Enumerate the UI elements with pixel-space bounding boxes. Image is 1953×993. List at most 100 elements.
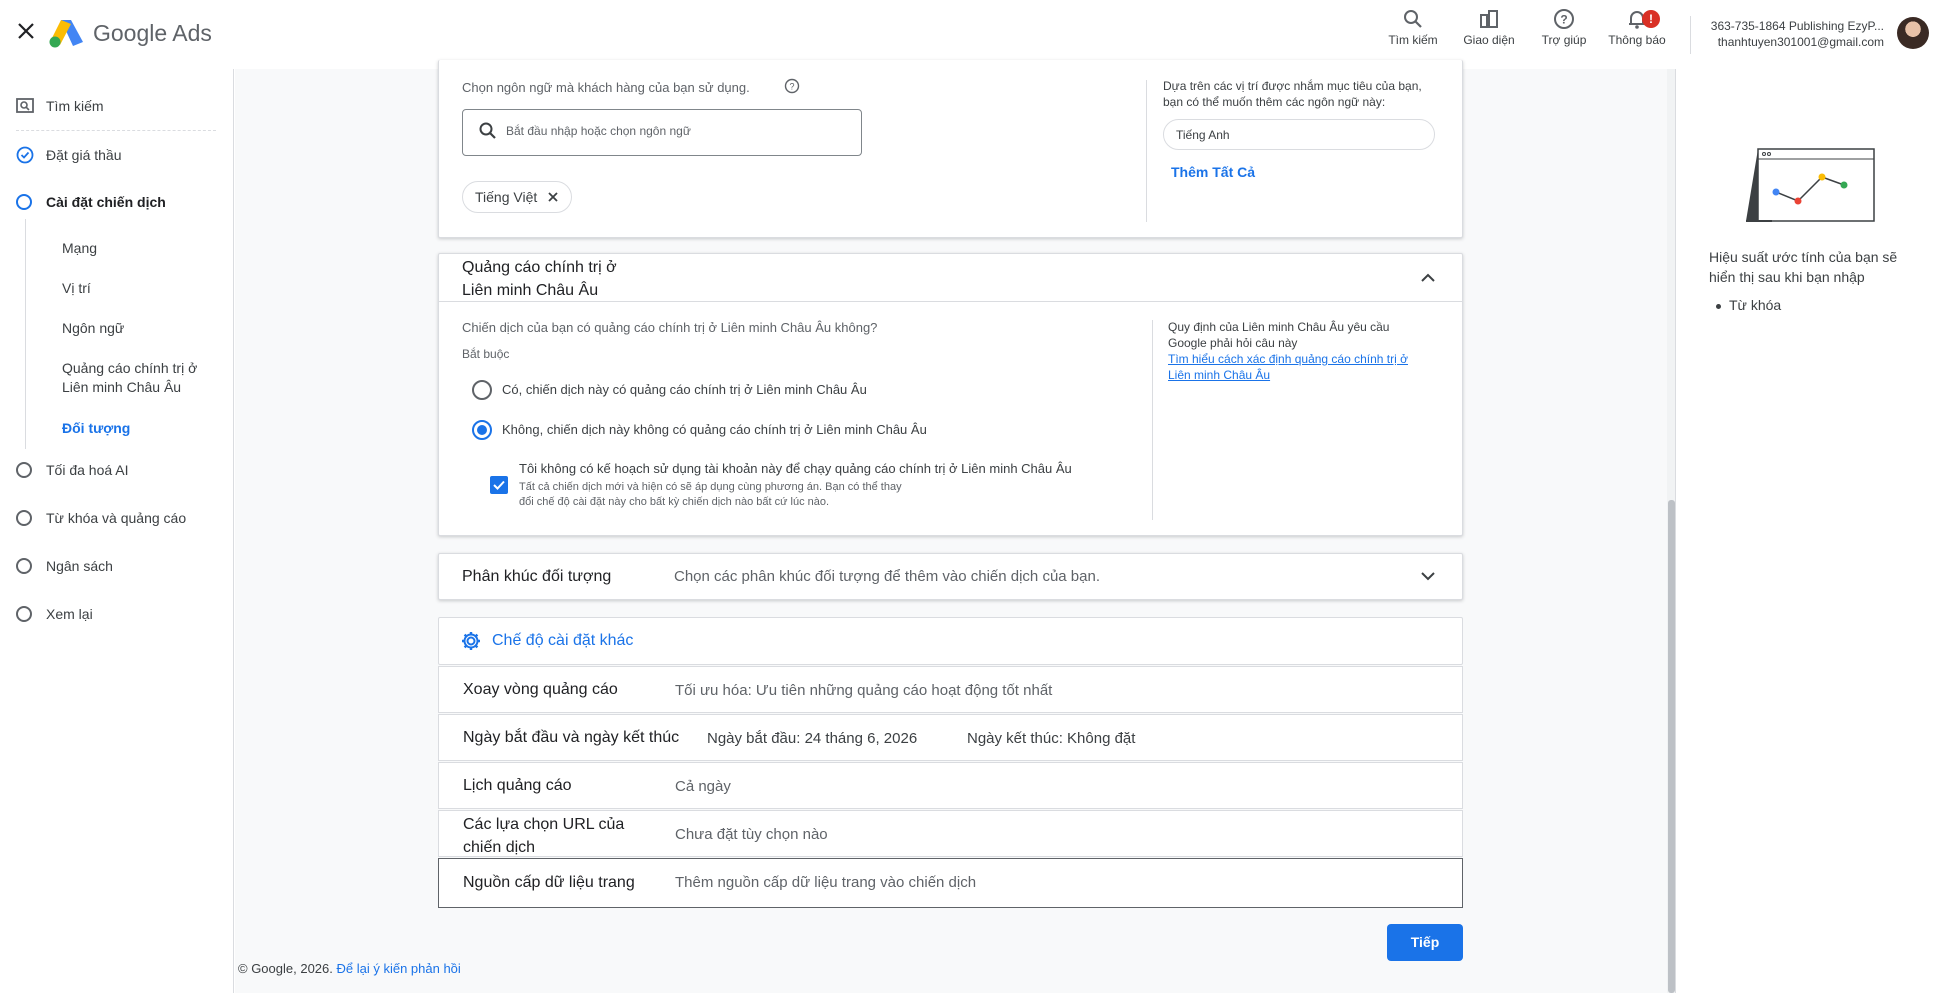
estimate-panel: Hiệu suất ước tính của bạn sẽ hiển thị s… (1675, 69, 1953, 993)
performance-chart-illustration (1746, 148, 1875, 222)
sidebar-item-review[interactable]: Xem lại (16, 606, 93, 622)
top-bar: Google Ads Tìm kiếm Giao diện ? Trợ giúp… (0, 0, 1953, 69)
eu-checkbox-help-line1: Tất cả chiến dịch mới và hiện có sẽ áp d… (519, 481, 902, 493)
eu-side-line1: Quy định của Liên minh Châu Âu yêu cầu (1168, 320, 1390, 334)
tool-notifications[interactable]: ! Thông báo (1602, 8, 1672, 47)
sidebar-sub-location[interactable]: Vị trí (62, 279, 91, 298)
row-schedule-key: Lịch quảng cáo (463, 777, 572, 794)
google-ads-logo (49, 20, 83, 48)
sidebar-item-review-label: Xem lại (46, 606, 93, 622)
close-icon[interactable] (15, 20, 37, 42)
tool-search-label: Tìm kiếm (1388, 33, 1438, 47)
suggested-language-pill[interactable]: Tiếng Anh (1163, 119, 1435, 150)
audience-desc: Chọn các phân khúc đối tượng để thêm vào… (674, 568, 1100, 585)
language-prompt: Chọn ngôn ngữ mà khách hàng của bạn sử d… (462, 80, 750, 95)
account-name: 363-735-1864 Publishing EzyP... (1710, 19, 1884, 33)
eu-radio-no-label: Không, chiến dịch này không có quảng cáo… (502, 422, 927, 437)
svg-text:?: ? (1560, 13, 1567, 27)
svg-text:?: ? (789, 82, 794, 92)
row-dates-end: Ngày kết thúc: Không đặt (967, 730, 1136, 747)
eu-checkbox-help-line2: đổi chế độ cài đặt này cho bất kỳ chiến … (519, 496, 830, 508)
tool-help-label: Trợ giúp (1541, 33, 1587, 47)
language-search-placeholder: Bắt đầu nhập hoặc chọn ngôn ngữ (506, 124, 691, 138)
sidebar-item-campaign-settings-label: Cài đặt chiến dịch (46, 194, 166, 210)
row-schedule-value: Cả ngày (675, 778, 731, 795)
add-all-link[interactable]: Thêm Tất Cả (1171, 164, 1255, 180)
language-chip: Tiếng Việt (462, 181, 573, 213)
chevron-up-icon[interactable] (1418, 268, 1438, 288)
estimate-bullet-label: Từ khóa (1729, 297, 1782, 313)
help-icon[interactable]: ? (784, 78, 800, 94)
scrollbar-thumb[interactable] (1668, 500, 1675, 993)
notification-badge: ! (1642, 10, 1660, 28)
tool-notifications-label: Thông báo (1608, 33, 1666, 47)
header-divider (1690, 16, 1691, 54)
sidebar-item-campaign-settings[interactable]: Cài đặt chiến dịch (16, 194, 166, 210)
eu-radio-no[interactable] (472, 420, 492, 440)
eu-political-title: Quảng cáo chính trị ở Liên minh Châu Âu (462, 256, 617, 302)
eu-divider (1152, 320, 1153, 520)
row-dates[interactable]: Ngày bắt đầu và ngày kết thúc Ngày bắt đ… (438, 714, 1463, 761)
sidebar-sub-eu-political[interactable]: Quảng cáo chính trị ở Liên minh Châu Âu (62, 359, 212, 397)
eu-header-divider (439, 301, 1462, 302)
sidebar-item-bid-label: Đặt giá thầu (46, 147, 122, 163)
chevron-down-icon[interactable] (1418, 566, 1438, 586)
other-settings-title: Chế độ cài đặt khác (492, 632, 634, 649)
estimate-text: Hiệu suất ước tính của bạn sẽ hiển thị s… (1709, 247, 1897, 287)
avatar[interactable] (1897, 17, 1929, 49)
row-dates-start: Ngày bắt đầu: 24 tháng 6, 2026 (707, 730, 918, 747)
language-suggest-text: Dựa trên các vị trí được nhắm mục tiêu c… (1163, 79, 1422, 109)
tool-appearance[interactable]: Giao diện (1454, 8, 1524, 47)
step-circle-icon (16, 606, 32, 622)
eu-checkbox[interactable] (490, 476, 508, 494)
account-email: thanhtuyen301001@gmail.com (1717, 35, 1884, 49)
row-url-key-line1: Các lựa chọn URL của (463, 816, 625, 833)
eu-learn-link-line2[interactable]: Liên minh Châu Âu (1168, 367, 1408, 383)
feedback-link[interactable]: Để lại ý kiến phản hồi (337, 961, 461, 976)
sidebar-item-keywords-ads[interactable]: Từ khóa và quảng cáo (16, 510, 186, 526)
language-divider (1146, 80, 1147, 222)
row-schedule[interactable]: Lịch quảng cáo Cả ngày (438, 762, 1463, 809)
estimate-bullet: Từ khóa (1716, 297, 1781, 313)
eu-side-note: Quy định của Liên minh Châu Âu yêu cầu G… (1168, 319, 1408, 383)
checkmark-icon (493, 480, 505, 490)
step-circle-icon (16, 510, 32, 526)
eu-checkbox-help: Tất cả chiến dịch mới và hiện có sẽ áp d… (519, 480, 902, 510)
row-ad-rotation-value: Tối ưu hóa: Ưu tiên những quảng cáo hoạt… (675, 682, 1053, 699)
step-circle-icon (16, 558, 32, 574)
tool-appearance-label: Giao diện (1463, 33, 1515, 47)
row-url-key-line2: chiến dịch (463, 839, 536, 856)
tool-help[interactable]: ? Trợ giúp (1529, 8, 1599, 47)
eu-radio-yes-label: Có, chiến dịch này có quảng cáo chính tr… (502, 382, 867, 397)
eu-radio-yes[interactable] (472, 380, 492, 400)
account-switcher[interactable]: 363-735-1864 Publishing EzyP... thanhtuy… (1703, 18, 1884, 50)
eu-checkbox-label: Tôi không có kế hoạch sử dụng tài khoản … (519, 461, 1072, 476)
sidebar-item-budget[interactable]: Ngân sách (16, 558, 113, 574)
sidebar-item-bid[interactable]: Đặt giá thầu (16, 146, 122, 164)
sidebar-item-keywords-ads-label: Từ khóa và quảng cáo (46, 510, 187, 526)
sidebar-divider (16, 130, 216, 131)
language-chip-label: Tiếng Việt (475, 189, 538, 205)
step-circle-icon (16, 194, 32, 210)
estimate-text-line1: Hiệu suất ước tính của bạn sẽ (1709, 249, 1898, 265)
search-icon (1404, 10, 1422, 28)
sidebar-sub-language[interactable]: Ngôn ngữ (62, 319, 124, 338)
sidebar-sub-audience[interactable]: Đối tượng (62, 419, 130, 438)
sidebar-sub-network[interactable]: Mạng (62, 239, 97, 258)
row-page-feed[interactable]: Nguồn cấp dữ liệu trang Thêm nguồn cấp d… (438, 858, 1463, 908)
sidebar-item-ai-max-label: Tối đa hoá AI (46, 462, 129, 478)
sidebar: Tìm kiếm Đặt giá thầu Cài đặt chiến dịch… (0, 69, 234, 993)
sidebar-item-search[interactable]: Tìm kiếm (16, 97, 104, 115)
row-ad-rotation[interactable]: Xoay vòng quảng cáo Tối ưu hóa: Ưu tiên … (438, 666, 1463, 713)
gear-icon (462, 632, 480, 650)
audience-title: Phân khúc đối tượng (462, 568, 612, 585)
row-url-options[interactable]: Các lựa chọn URL của chiến dịch Chưa đặt… (438, 810, 1463, 857)
search-box-icon (16, 98, 34, 113)
eu-learn-link-line1[interactable]: Tìm hiểu cách xác định quảng cáo chính t… (1168, 351, 1408, 367)
next-button[interactable]: Tiếp (1387, 924, 1463, 961)
tool-search[interactable]: Tìm kiếm (1378, 8, 1448, 47)
search-icon (479, 122, 496, 139)
remove-chip-icon[interactable] (547, 191, 559, 203)
sidebar-item-ai-max[interactable]: Tối đa hoá AI (16, 462, 129, 478)
eu-required: Bắt buộc (462, 347, 510, 361)
